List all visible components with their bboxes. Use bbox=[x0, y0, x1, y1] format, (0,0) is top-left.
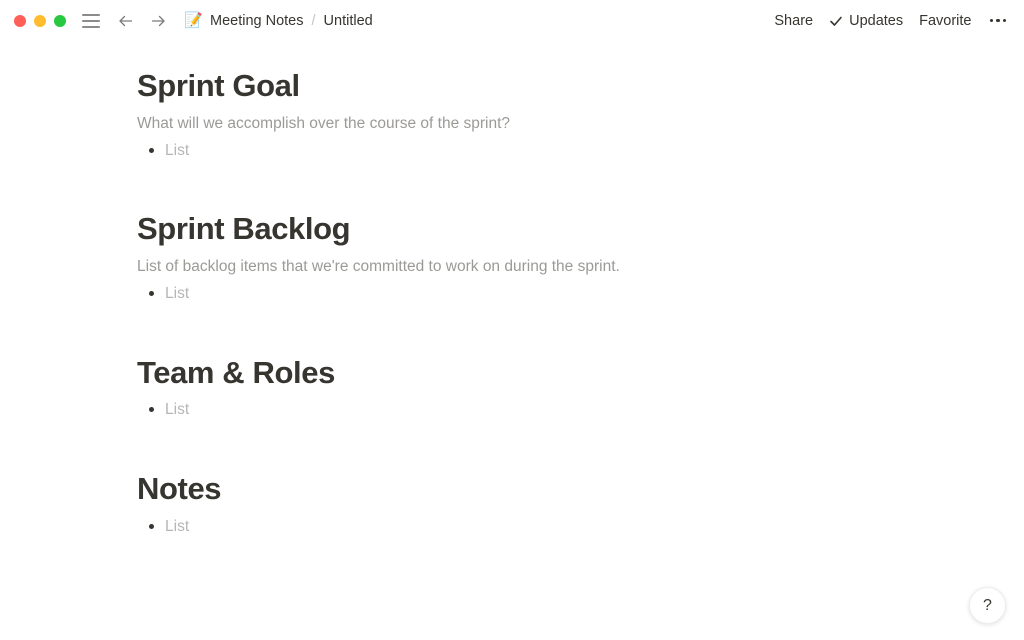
section-team-and-roles: Team & Roles List bbox=[137, 354, 1024, 424]
bullet-icon bbox=[149, 290, 154, 296]
memo-icon: 📝 bbox=[184, 12, 203, 29]
breadcrumb-separator: / bbox=[311, 12, 316, 29]
bullet-icon bbox=[149, 148, 154, 153]
section-sprint-goal: Sprint Goal What will we accomplish over… bbox=[137, 67, 1024, 164]
section-heading[interactable]: Sprint Goal bbox=[137, 67, 1024, 106]
minimize-window-button[interactable] bbox=[34, 14, 46, 27]
breadcrumb: 📝 Meeting Notes / Untitled bbox=[184, 13, 373, 29]
section-subtitle[interactable]: What will we accomplish over the course … bbox=[137, 112, 1024, 135]
back-arrow-icon[interactable] bbox=[116, 11, 136, 31]
list-item-placeholder: List bbox=[165, 284, 190, 302]
hamburger-menu-icon[interactable] bbox=[82, 13, 100, 28]
share-button[interactable]: Share bbox=[774, 13, 813, 29]
more-options-icon[interactable] bbox=[988, 15, 1009, 27]
check-icon bbox=[829, 14, 843, 28]
document-page: Sprint Goal What will we accomplish over… bbox=[0, 41, 1024, 640]
favorite-button[interactable]: Favorite bbox=[919, 13, 971, 29]
section-heading[interactable]: Sprint Backlog bbox=[137, 210, 1024, 249]
bullet-icon bbox=[149, 407, 154, 413]
bullet-list: List bbox=[137, 139, 1024, 164]
maximize-window-button[interactable] bbox=[54, 14, 66, 27]
forward-arrow-icon[interactable] bbox=[148, 11, 168, 31]
list-item[interactable]: List bbox=[137, 398, 1024, 423]
bullet-list: List bbox=[137, 398, 1024, 423]
updates-label: Updates bbox=[849, 12, 904, 29]
help-button[interactable]: ? bbox=[969, 587, 1006, 624]
list-item[interactable]: List bbox=[137, 139, 1024, 164]
document-content: Sprint Goal What will we accomplish over… bbox=[0, 41, 1024, 540]
titlebar-actions: Share Updates Favorite bbox=[774, 13, 1008, 29]
section-heading[interactable]: Notes bbox=[137, 470, 1024, 509]
bullet-list: List bbox=[137, 282, 1024, 307]
section-subtitle[interactable]: List of backlog items that we're committ… bbox=[137, 255, 1024, 278]
breadcrumb-current[interactable]: Untitled bbox=[324, 13, 373, 29]
section-notes: Notes List bbox=[137, 470, 1024, 540]
updates-button[interactable]: Updates bbox=[829, 13, 903, 29]
list-item-placeholder: List bbox=[165, 517, 190, 535]
breadcrumb-parent[interactable]: Meeting Notes bbox=[210, 13, 304, 29]
list-item-placeholder: List bbox=[165, 142, 190, 159]
list-item-placeholder: List bbox=[165, 401, 190, 419]
section-sprint-backlog: Sprint Backlog List of backlog items tha… bbox=[137, 210, 1024, 307]
list-item[interactable]: List bbox=[137, 515, 1024, 540]
window-titlebar: 📝 Meeting Notes / Untitled Share Updates… bbox=[0, 0, 1024, 41]
bullet-list: List bbox=[137, 515, 1024, 540]
traffic-lights bbox=[14, 14, 66, 27]
navigation-arrows bbox=[116, 11, 168, 31]
list-item[interactable]: List bbox=[137, 282, 1024, 307]
section-heading[interactable]: Team & Roles bbox=[137, 354, 1024, 393]
bullet-icon bbox=[149, 523, 154, 529]
close-window-button[interactable] bbox=[14, 14, 26, 27]
